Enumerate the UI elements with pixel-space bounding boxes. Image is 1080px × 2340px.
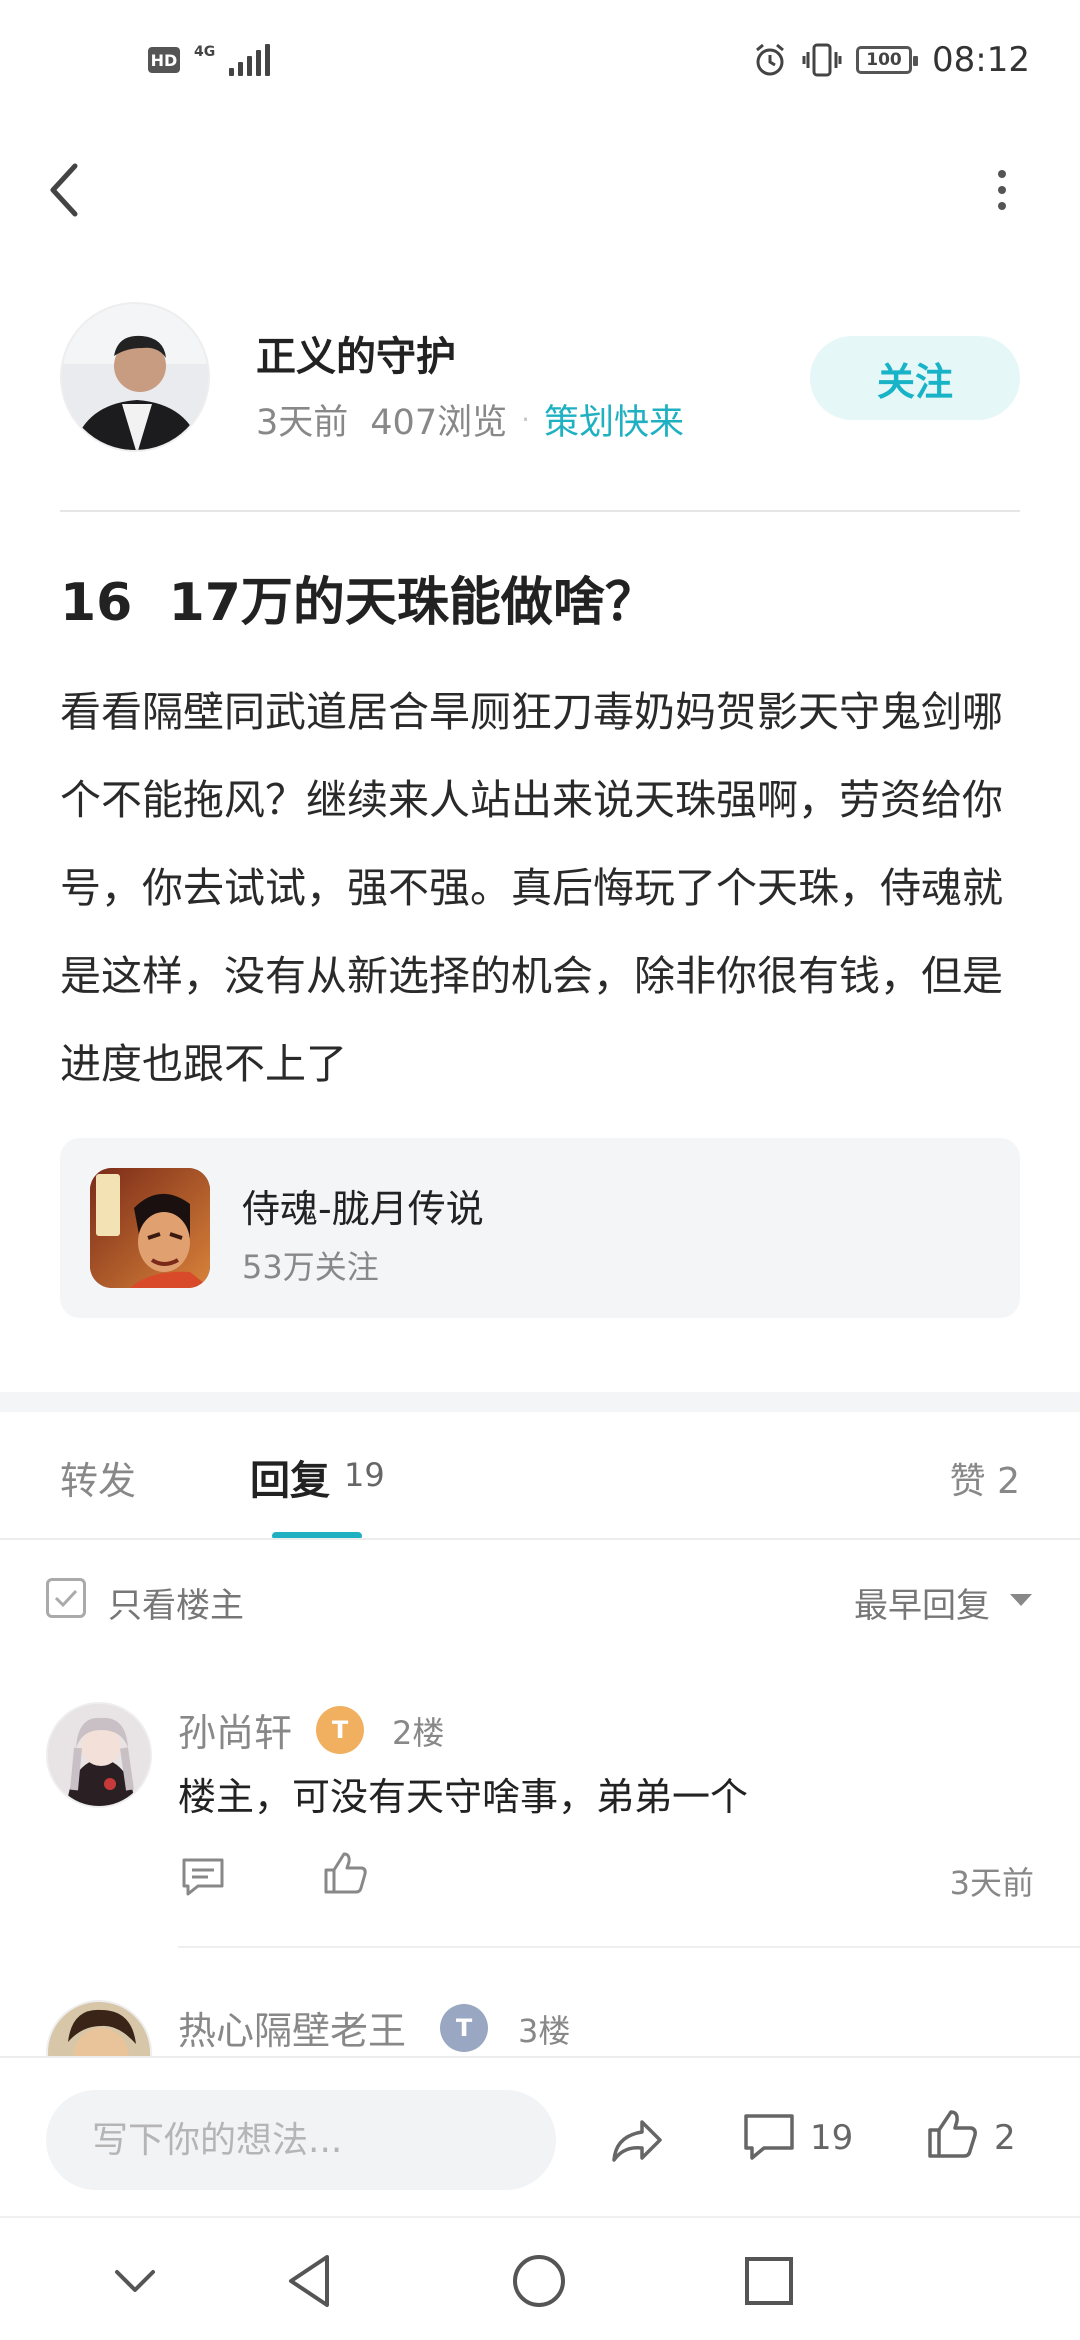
divider xyxy=(0,1538,1080,1540)
back-button[interactable] xyxy=(40,160,88,220)
author-name[interactable]: 正义的守护 xyxy=(256,324,456,382)
tab-reply[interactable]: 回复 xyxy=(250,1448,330,1506)
share-icon[interactable] xyxy=(608,2112,666,2170)
user-level-badge: T xyxy=(440,2004,488,2052)
post-title: 16 17万的天珠能做啥？ xyxy=(60,573,657,633)
follow-button[interactable]: 关注 xyxy=(810,336,1020,420)
post-body: 看看隔壁同武道居合旱厕狂刀毒奶妈贺影天守鬼剑哪个不能拖风？继续来人站出来说天珠强… xyxy=(60,688,1003,1088)
comment-item: 热心隔壁老王 T 3楼 xyxy=(0,2000,1080,2056)
game-followers: 53万关注 xyxy=(242,1248,379,1286)
system-nav-bar xyxy=(0,2216,1080,2340)
post-category-link[interactable]: 策划快来 xyxy=(544,394,684,445)
sort-dropdown[interactable]: 最早回复 xyxy=(854,1578,990,1627)
commenter-name[interactable]: 孙尚轩 xyxy=(178,1702,292,1757)
signal-icon xyxy=(229,44,271,76)
commenter-name[interactable]: 热心隔壁老王 xyxy=(178,2000,406,2055)
only-op-label[interactable]: 只看楼主 xyxy=(108,1578,244,1627)
reply-input[interactable] xyxy=(46,2090,556,2190)
chevron-down-icon xyxy=(115,2270,155,2292)
status-bar: HD 4G 100 08:12 xyxy=(0,0,1080,130)
avatar-image xyxy=(62,304,208,450)
nav-hide-button[interactable] xyxy=(100,2246,170,2316)
thumbs-up-icon[interactable] xyxy=(924,2106,980,2162)
filter-row: 只看楼主 最早回复 xyxy=(0,1560,1080,1640)
post-detail-page: HD 4G 100 08:12 正义的守护 3天前 407浏览 · 策划快来 关… xyxy=(0,0,1080,2340)
nav-back-button[interactable] xyxy=(274,2246,344,2316)
meta-separator: · xyxy=(521,403,530,436)
comment-time: 3天前 xyxy=(949,1864,1034,1902)
post-tabs: 转发 回复 19 赞 2 xyxy=(0,1412,1080,1540)
game-app-icon xyxy=(90,1168,210,1288)
post-views: 407浏览 xyxy=(370,403,508,443)
post-time: 3天前 xyxy=(256,403,349,443)
comment-floor: 3楼 xyxy=(518,2012,571,2050)
vibrate-icon xyxy=(802,43,842,77)
section-gap xyxy=(0,1392,1080,1412)
user-level-badge: T xyxy=(316,1706,364,1754)
comment-floor: 2楼 xyxy=(392,1714,445,1752)
comment-text: 楼主，可没有天守啥事，弟弟一个 xyxy=(178,1775,749,1819)
status-left: HD 4G xyxy=(148,44,271,76)
thumbs-up-icon[interactable] xyxy=(320,1848,370,1898)
tab-like[interactable]: 赞 2 xyxy=(950,1452,1020,1504)
status-time: 08:12 xyxy=(932,40,1030,80)
commenter-avatar[interactable] xyxy=(46,2000,152,2056)
reply-icon[interactable] xyxy=(178,1852,228,1902)
caret-down-icon[interactable] xyxy=(1010,1594,1032,1606)
comment-item: 孙尚轩 T 2楼 楼主，可没有天守啥事，弟弟一个 3天前 xyxy=(0,1702,1080,1952)
author-avatar[interactable] xyxy=(60,302,210,452)
alarm-icon xyxy=(756,43,784,76)
game-name: 侍魂-胧月传说 xyxy=(242,1187,484,1231)
battery-icon: 100 xyxy=(856,46,919,74)
only-op-checkbox[interactable] xyxy=(46,1578,86,1618)
chevron-left-icon xyxy=(50,163,78,217)
circle-home-icon xyxy=(513,2255,565,2307)
triangle-back-icon xyxy=(289,2255,329,2307)
square-recents-icon xyxy=(745,2257,793,2305)
more-options-button[interactable] xyxy=(982,160,1022,220)
nav-recents-button[interactable] xyxy=(734,2246,804,2316)
divider xyxy=(60,510,1020,512)
check-icon xyxy=(54,1589,78,1608)
hd-icon: HD xyxy=(148,47,180,73)
comment-divider xyxy=(178,1946,1080,1948)
author-meta: 3天前 407浏览 · 策划快来 xyxy=(256,394,684,445)
tab-reply-count: 19 xyxy=(344,1456,385,1494)
like-count: 2 xyxy=(994,2118,1016,2158)
commenter-avatar[interactable] xyxy=(46,1702,152,1808)
tab-repost[interactable]: 转发 xyxy=(60,1450,136,1505)
status-right: 100 08:12 xyxy=(752,40,1030,80)
nav-home-button[interactable] xyxy=(504,2246,574,2316)
comment-count: 19 xyxy=(810,2118,854,2158)
bottom-action-bar: 19 2 xyxy=(0,2056,1080,2216)
network-type-label: 4G xyxy=(194,44,216,60)
game-card[interactable]: 侍魂-胧月传说 53万关注 xyxy=(60,1138,1020,1318)
author-header: 正义的守护 3天前 407浏览 · 策划快来 关注 xyxy=(60,302,1020,452)
more-vertical-icon xyxy=(998,170,1006,178)
comment-icon[interactable] xyxy=(740,2108,798,2166)
